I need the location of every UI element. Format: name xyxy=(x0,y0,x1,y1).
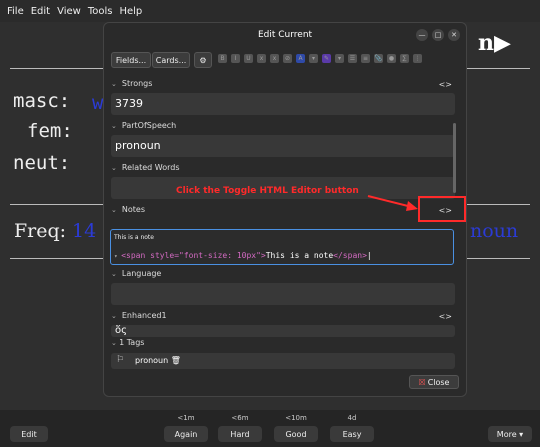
chevron-down-icon: ⌄ xyxy=(111,205,117,214)
highlight-icon[interactable]: ✎ xyxy=(322,54,331,63)
trash-icon[interactable]: 🗑 xyxy=(171,356,181,365)
fields-button[interactable]: Fields... xyxy=(111,52,151,68)
field-label-related-words[interactable]: ⌄ Related Words xyxy=(111,163,180,172)
tags-count: 1 Tags xyxy=(119,338,145,347)
html-text: This is a note xyxy=(265,251,334,260)
masc-value: w xyxy=(92,92,104,114)
play-audio-icon[interactable]: n▶ xyxy=(478,30,511,56)
due-again: <1m xyxy=(177,414,195,422)
masc-label: masc: xyxy=(13,90,71,112)
field-notes[interactable]: This is a note ▾ <span style="font-size:… xyxy=(110,229,454,265)
math-icon[interactable]: ∑ xyxy=(400,54,409,63)
clear-format-icon[interactable]: ⊘ xyxy=(283,54,292,63)
cloze-icon[interactable]: ☰ xyxy=(348,54,357,63)
edit-current-dialog: Edit Current — □ ✕ Fields... Cards... ⚙ … xyxy=(103,22,467,397)
chevron-down-icon: ⌄ xyxy=(111,339,120,347)
field-enhanced1[interactable]: ὅς xyxy=(111,325,455,337)
menu-help[interactable]: Help xyxy=(119,6,142,17)
menu-file[interactable]: File xyxy=(7,6,24,17)
html-open-tag: <span style="font-size: 10px"> xyxy=(121,251,266,260)
easy-button[interactable]: Easy xyxy=(330,426,374,442)
freq-label: Freq: xyxy=(14,220,67,242)
html-toggle-enhanced1[interactable]: <> xyxy=(439,312,452,321)
chevron-down-icon: ⌄ xyxy=(111,121,117,130)
superscript-icon[interactable]: x xyxy=(257,54,266,63)
freq-value: 14 xyxy=(72,220,97,242)
gear-icon[interactable]: ⚙ xyxy=(194,52,212,68)
field-value-enhanced1: ὅς xyxy=(115,325,127,336)
field-label-notes[interactable]: ⌄ Notes xyxy=(111,205,145,214)
list-icon[interactable]: ≡ xyxy=(361,54,370,63)
freq-word: noun xyxy=(470,220,519,242)
tag-item[interactable]: pronoun 🗑 xyxy=(135,356,181,365)
editor-toolbar: Fields... Cards... ⚙ B I U x x ⊘ A ▾ ✎ ▾… xyxy=(104,51,466,69)
chevron-down-icon: ⌄ xyxy=(111,311,117,320)
color-dropdown-icon[interactable]: ▾ xyxy=(309,54,318,63)
close-icon[interactable]: ✕ xyxy=(448,29,460,41)
due-good: <10m xyxy=(285,414,307,422)
good-button[interactable]: Good xyxy=(274,426,318,442)
underline-icon[interactable]: U xyxy=(244,54,253,63)
edit-button[interactable]: Edit xyxy=(10,426,48,442)
more-button[interactable]: More ▾ xyxy=(488,426,532,442)
minimize-icon[interactable]: — xyxy=(416,29,428,41)
scrollbar[interactable] xyxy=(453,123,456,193)
chevron-down-icon: ⌄ xyxy=(111,269,117,278)
hard-button[interactable]: Hard xyxy=(218,426,262,442)
review-bar xyxy=(0,410,540,447)
due-hard: <6m xyxy=(231,414,249,422)
field-partofspeech[interactable]: pronoun xyxy=(111,135,455,157)
close-button[interactable]: ☒ Close xyxy=(409,375,459,389)
close-icon: ☒ xyxy=(418,377,426,387)
html-toggle-strongs[interactable]: <> xyxy=(439,80,452,89)
menu-bar: File Edit View Tools Help xyxy=(0,0,540,22)
html-close-tag: </span> xyxy=(333,251,367,260)
fem-label: fem: xyxy=(27,120,73,142)
neut-label: neut: xyxy=(13,152,71,174)
field-strongs[interactable]: 3739 xyxy=(111,93,455,115)
bold-icon[interactable]: B xyxy=(218,54,227,63)
tag-icon: ⚐ xyxy=(116,355,125,365)
subscript-icon[interactable]: x xyxy=(270,54,279,63)
maximize-icon[interactable]: □ xyxy=(432,29,444,41)
paperclip-icon[interactable]: 📎 xyxy=(374,54,383,63)
italic-icon[interactable]: I xyxy=(231,54,240,63)
chevron-down-icon: ⌄ xyxy=(111,163,117,172)
field-value-strongs: 3739 xyxy=(115,97,143,110)
chevron-down-icon: ⌄ xyxy=(111,79,117,88)
field-label-strongs[interactable]: ⌄ Strongs xyxy=(111,79,152,88)
text-color-icon[interactable]: A xyxy=(296,54,305,63)
field-label-partofspeech[interactable]: ⌄ PartOfSpeech xyxy=(111,121,176,130)
more-tools-icon[interactable]: ⋮ xyxy=(413,54,422,63)
again-button[interactable]: Again xyxy=(164,426,208,442)
annotation-highlight-box xyxy=(418,196,466,222)
due-easy: 4d xyxy=(347,414,357,422)
notes-preview-text: This is a note xyxy=(114,234,154,241)
microphone-icon[interactable]: ● xyxy=(387,54,396,63)
menu-edit[interactable]: Edit xyxy=(31,6,50,17)
annotation-text: Click the Toggle HTML Editor button xyxy=(176,186,359,196)
menu-view[interactable]: View xyxy=(57,6,81,17)
menu-tools[interactable]: Tools xyxy=(88,6,113,17)
field-label-enhanced1[interactable]: ⌄ Enhanced1 xyxy=(111,311,167,320)
field-value-partofspeech: pronoun xyxy=(115,139,161,152)
field-language[interactable] xyxy=(111,283,455,305)
html-editor[interactable]: ▾ <span style="font-size: 10px">This is … xyxy=(114,251,372,260)
highlight-dropdown-icon[interactable]: ▾ xyxy=(335,54,344,63)
tag-editor[interactable]: ⚐ pronoun 🗑 xyxy=(111,353,455,369)
dialog-title: Edit Current xyxy=(257,30,313,40)
field-label-language[interactable]: ⌄ Language xyxy=(111,269,161,278)
cards-button[interactable]: Cards... xyxy=(152,52,190,68)
tags-header[interactable]: ⌄ 1 Tags xyxy=(111,338,144,347)
